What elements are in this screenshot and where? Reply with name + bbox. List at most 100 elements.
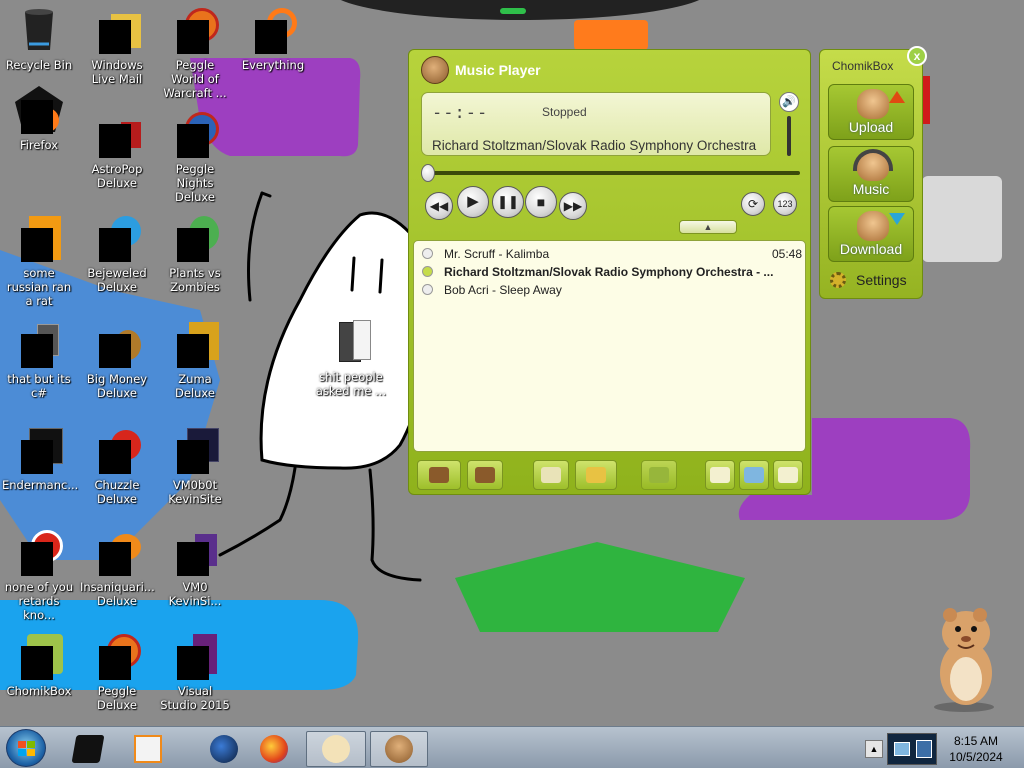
desktop-icon-firefox[interactable]: Firefox: [0, 84, 78, 180]
title-bar[interactable]: Music Player: [415, 54, 805, 84]
desktop-icon-some-russian-ran-a-rat[interactable]: some russian ran a rat: [0, 212, 78, 308]
chuzzle-icon: [93, 426, 141, 474]
add-track-button[interactable]: [417, 460, 461, 490]
taskbar-item-chomikbox[interactable]: [370, 731, 428, 767]
chomikbox-tray-icon[interactable]: [916, 740, 932, 758]
recycle-bin-icon: [15, 6, 63, 54]
pause-button[interactable]: ❚❚: [492, 186, 524, 218]
taskbar-item-globe[interactable]: [196, 731, 252, 767]
clock[interactable]: 8:15 AM 10/5/2024: [944, 733, 1008, 765]
desktop-icon-label: none of you retards kno...: [4, 580, 74, 622]
desktop-icon-vm0-kevinsi[interactable]: VM0 KevinSi...: [156, 526, 234, 622]
shuffle-button[interactable]: 123: [773, 192, 797, 216]
play-button[interactable]: ▶: [457, 186, 489, 218]
redaction-block: [21, 228, 53, 262]
repeat-button[interactable]: ⟳: [741, 192, 765, 216]
desktop-icon-astropop-deluxe[interactable]: AstroPop Deluxe: [78, 108, 156, 204]
close-button[interactable]: x: [907, 46, 927, 66]
redaction-block: [99, 440, 131, 474]
add-folder-button[interactable]: [575, 460, 617, 490]
download-arrow-icon: [889, 213, 905, 225]
settings-button[interactable]: Settings: [830, 270, 920, 290]
desktop-icon-chomikbox[interactable]: ChomikBox: [0, 630, 78, 726]
system-tray[interactable]: [887, 733, 937, 765]
chomikbox-icon: [15, 632, 63, 680]
save-playlist-button[interactable]: [773, 460, 803, 490]
network-icon[interactable]: [894, 742, 910, 756]
hamster-mascot-icon[interactable]: [928, 605, 1010, 713]
show-hidden-icons-button[interactable]: ▲: [865, 740, 883, 758]
remove-track-button[interactable]: [641, 460, 677, 490]
taskbar-item-terminal[interactable]: [60, 731, 116, 767]
file-icon: [15, 214, 63, 262]
desktop-icon-plants-vs-zombies[interactable]: Plants vs Zombies: [156, 212, 234, 308]
taskbar-item-firefox[interactable]: [246, 731, 302, 767]
gear-icon: [830, 272, 846, 288]
redaction-block: [177, 124, 209, 158]
desktop-icon-shit-people-asked-me[interactable]: shit people asked me ...: [312, 316, 390, 412]
playlist-item[interactable]: Bob Acri - Sleep Away: [422, 281, 802, 299]
application-icon: [15, 528, 63, 576]
folder-icon: [15, 320, 63, 368]
desktop-icon-zuma-deluxe[interactable]: Zuma Deluxe: [156, 318, 234, 414]
start-button[interactable]: [6, 729, 46, 767]
collapse-playlist-button[interactable]: ▲: [679, 220, 737, 234]
desktop-icon-everything[interactable]: Everything: [234, 4, 312, 100]
redaction-block: [21, 542, 53, 576]
seek-bar[interactable]: [425, 171, 800, 175]
track-icon: [422, 284, 433, 295]
add-file-button[interactable]: [533, 460, 569, 490]
previous-button[interactable]: ◀◀: [425, 192, 453, 220]
next-button[interactable]: ▶▶: [559, 192, 587, 220]
desktop-icon-label: that but its c#: [7, 372, 71, 400]
panel-title: ChomikBox: [832, 59, 894, 73]
playlist-item[interactable]: Mr. Scruff - Kalimba 05:48: [422, 245, 802, 263]
desktop-icon-chuzzle-deluxe[interactable]: Chuzzle Deluxe: [78, 424, 156, 520]
new-playlist-button[interactable]: [705, 460, 735, 490]
desktop-icon-insaniquarium-deluxe[interactable]: Insaniquari... Deluxe: [78, 526, 156, 622]
redaction-block: [177, 440, 209, 474]
desktop-icon-label: Peggle World of Warcraft ...: [163, 58, 227, 100]
desktop-icon-visual-studio-2015[interactable]: Visual Studio 2015: [156, 630, 234, 726]
desktop-icon-label: Firefox: [19, 138, 59, 152]
desktop-icon-label: Recycle Bin: [5, 58, 73, 72]
redaction-block: [177, 646, 209, 680]
redaction-block: [21, 440, 53, 474]
desktop-icon-peggle-nights-deluxe[interactable]: Peggle Nights Deluxe: [156, 108, 234, 204]
desktop-icon-label: Big Money Deluxe: [86, 372, 148, 400]
music-player-window[interactable]: Music Player --:-- Stopped Richard Stolt…: [408, 49, 811, 495]
download-track-button[interactable]: [467, 460, 503, 490]
redaction-block: [21, 100, 53, 134]
desktop-icon-windows-live-mail[interactable]: Windows Live Mail: [78, 4, 156, 100]
seek-thumb[interactable]: [421, 164, 435, 182]
taskbar-item-paint[interactable]: [306, 731, 366, 767]
upload-button[interactable]: Upload: [828, 84, 914, 140]
desktop-icon-vm0b0t-kevinsite[interactable]: VM0b0t KevinSite: [156, 424, 234, 520]
desktop-icon-that-but-its-csharp[interactable]: that but its c#: [0, 318, 78, 414]
redaction-block: [21, 646, 53, 680]
mail-icon: [93, 6, 141, 54]
music-button[interactable]: Music: [828, 146, 914, 202]
desktop-icon-big-money-deluxe[interactable]: Big Money Deluxe: [78, 318, 156, 414]
desktop-icon-label: VM0b0t KevinSite: [168, 478, 222, 506]
desktop-icon-peggle-world-of-warcraft[interactable]: Peggle World of Warcraft ...: [156, 4, 234, 100]
open-playlist-button[interactable]: [739, 460, 769, 490]
playlist-item-active[interactable]: Richard Stoltzman/Slovak Radio Symphony …: [422, 263, 802, 281]
playlist[interactable]: Mr. Scruff - Kalimba 05:48 Richard Stolt…: [413, 240, 806, 452]
download-button[interactable]: Download: [828, 206, 914, 262]
desktop-icon-label: Zuma Deluxe: [175, 372, 215, 400]
desktop-icon-label: VM0 KevinSi...: [168, 580, 222, 608]
volume-slider[interactable]: [787, 116, 791, 156]
stop-button[interactable]: ■: [525, 186, 557, 218]
desktop-icon-none-of-you[interactable]: none of you retards kno...: [0, 526, 78, 622]
desktop-icon-peggle-deluxe[interactable]: Peggle Deluxe: [78, 630, 156, 726]
taskbar-item-media[interactable]: [120, 731, 176, 767]
redaction-block: [99, 334, 131, 368]
game-icon: [93, 110, 141, 158]
upload-label: Upload: [848, 119, 894, 135]
desktop-icon-label: Bejeweled Deluxe: [87, 266, 147, 294]
desktop-icon-endermanc[interactable]: Endermanc...: [0, 424, 78, 520]
volume-icon[interactable]: 🔊: [779, 92, 799, 112]
desktop-icon-bejeweled-deluxe[interactable]: Bejeweled Deluxe: [78, 212, 156, 308]
playback-status: Stopped: [542, 105, 587, 119]
